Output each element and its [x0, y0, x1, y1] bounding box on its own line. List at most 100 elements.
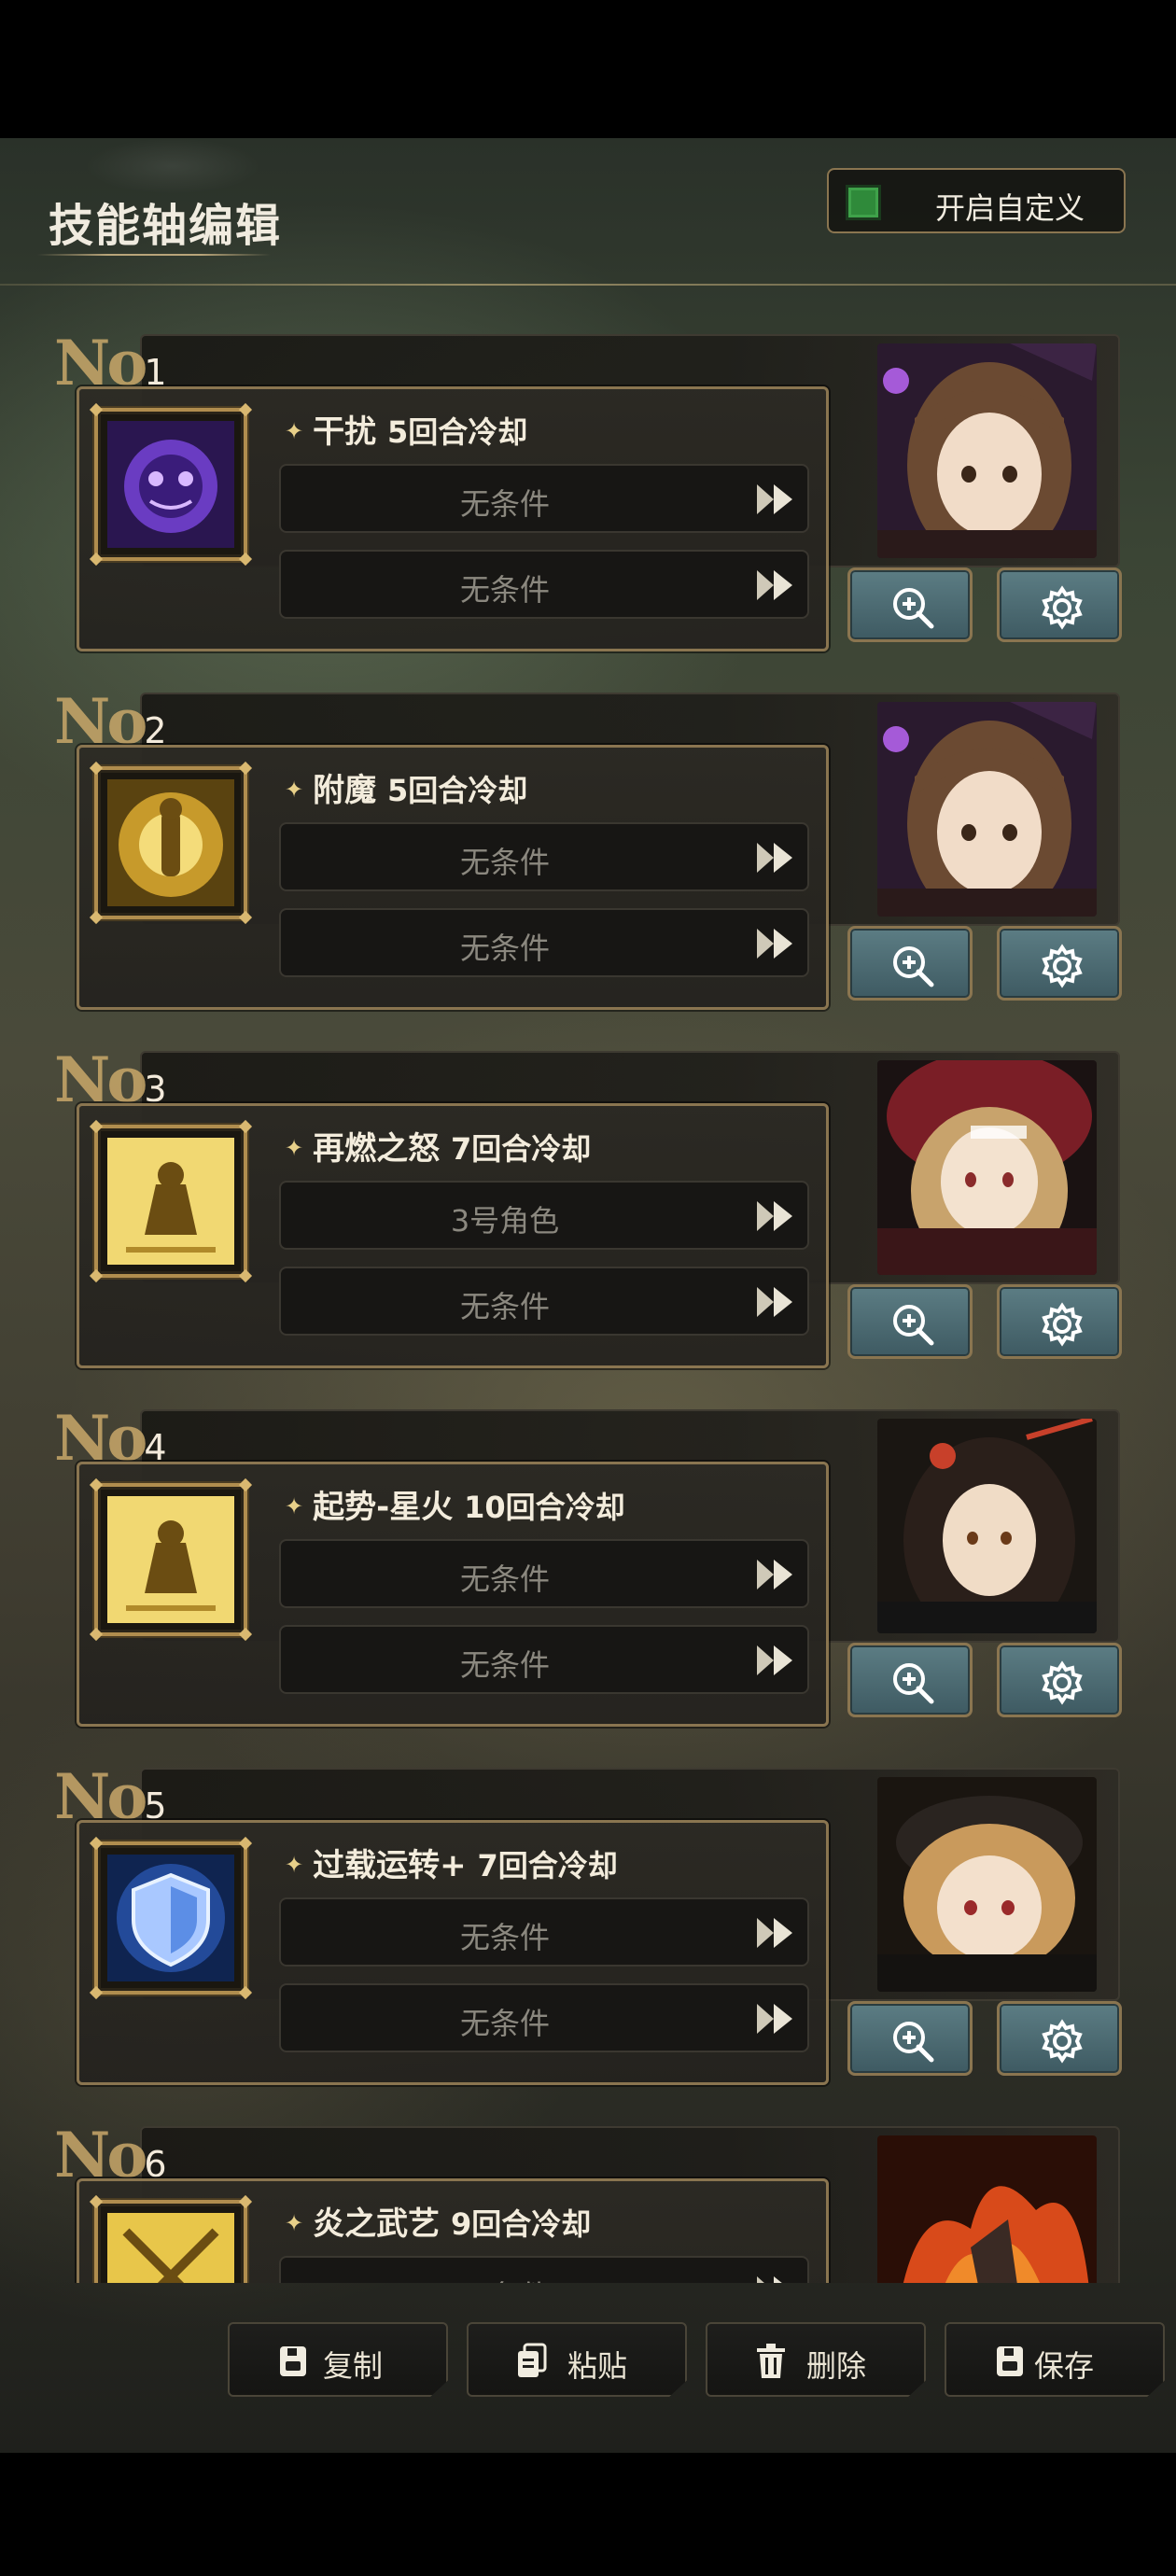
frame-corner: [89, 1627, 104, 1642]
zoom-button[interactable]: [847, 2001, 973, 2076]
enable-custom-toggle[interactable]: 开启自定义: [827, 168, 1126, 233]
frame-corner: [89, 761, 104, 776]
frame-corner: [89, 2194, 104, 2209]
copy-button[interactable]: 复制: [228, 2322, 448, 2397]
settings-button[interactable]: [997, 567, 1122, 642]
save-button[interactable]: 保存: [945, 2322, 1165, 2397]
sparkle-icon: ✦: [285, 1135, 304, 1161]
skill-panel: ✦ 干扰 5回合冷却 无条件 无条件: [77, 386, 829, 651]
condition-text: 无条件: [459, 845, 550, 880]
condition-text: 无条件: [459, 2006, 550, 2041]
condition-text: 无条件: [459, 1920, 550, 1955]
delete-button[interactable]: 删除: [706, 2322, 926, 2397]
custom-toggle-label: 开启自定义: [935, 190, 1085, 226]
frame-corner: [89, 552, 104, 567]
skill-icon-frame[interactable]: [89, 402, 253, 567]
delete-label: 删除: [806, 2348, 867, 2384]
skill-icon-frame[interactable]: [89, 1836, 253, 2000]
zoom-button[interactable]: [847, 567, 973, 642]
skill-icon-frame[interactable]: [89, 1477, 253, 1642]
skill-panel: ✦炎之武艺 9回合冷却 无条件 无条件: [77, 2178, 829, 2283]
settings-button[interactable]: [997, 1643, 1122, 1717]
condition-text: 无条件: [459, 486, 550, 522]
frame-corner: [238, 1119, 253, 1134]
double-chevron-right-icon: [757, 1287, 792, 1317]
double-chevron-right-icon: [757, 843, 792, 873]
sparkle-icon: ✦: [285, 1852, 304, 1878]
zoom-button[interactable]: [847, 1643, 973, 1717]
condition-selector-2[interactable]: 无条件: [279, 1625, 809, 1694]
skill-list[interactable]: No1 ✦ 干扰 5回合冷却 无条件 无条件 No2 ✦ 附魔 5回合冷却 无条…: [0, 334, 1176, 2283]
condition-selector-1[interactable]: 3号角色: [279, 1181, 809, 1250]
skill-cooldown: 7回合冷却: [450, 1131, 592, 1167]
zoom-in-icon: [893, 588, 934, 629]
condition-selector-2[interactable]: 无条件: [279, 1267, 809, 1336]
frame-corner: [238, 552, 253, 567]
condition-text: 无条件: [459, 572, 550, 608]
skill-cooldown: 7回合冷却: [477, 1848, 618, 1883]
header: 技能轴编辑 开启自定义: [0, 138, 1176, 287]
skill-title: ✦ 过载运转+ 7回合冷却: [285, 1840, 618, 1885]
skill-icon-frame[interactable]: [89, 761, 253, 925]
skill-panel: ✦ 起势-星火 10回合冷却 无条件 无条件: [77, 1462, 829, 1727]
condition-selector-1[interactable]: 无条件: [279, 1897, 809, 1967]
skill-name: 再燃之怒: [313, 1130, 441, 1168]
skill-name: 干扰: [313, 413, 377, 451]
skill-icon-frame[interactable]: [89, 1119, 253, 1283]
skill-cooldown: 5回合冷却: [386, 773, 528, 808]
save-label: 保存: [1034, 2348, 1095, 2384]
copy-label: 复制: [323, 2348, 384, 2384]
skill-cooldown: 5回合冷却: [386, 414, 528, 450]
settings-button[interactable]: [997, 2001, 1122, 2076]
frame-corner: [89, 1268, 104, 1283]
settings-button[interactable]: [997, 1284, 1122, 1359]
skill-name: 起势-星火: [313, 1489, 454, 1526]
custom-checkbox[interactable]: [846, 185, 881, 220]
title-underline: [37, 254, 271, 256]
double-chevron-right-icon: [757, 1645, 792, 1675]
frame-corner: [238, 2194, 253, 2209]
condition-selector-1[interactable]: 无条件: [279, 2256, 809, 2283]
zoom-button[interactable]: [847, 1284, 973, 1359]
paste-button[interactable]: 粘贴: [467, 2322, 687, 2397]
frame-corner: [238, 1836, 253, 1851]
skill-title: ✦ 附魔 5回合冷却: [285, 764, 527, 810]
condition-selector-1[interactable]: 无条件: [279, 822, 809, 891]
condition-selector-2[interactable]: 无条件: [279, 908, 809, 977]
condition-selector-2[interactable]: 无条件: [279, 1983, 809, 2052]
condition-selector-1[interactable]: 无条件: [279, 464, 809, 533]
gear-icon: [1042, 585, 1083, 630]
frame-corner: [89, 1836, 104, 1851]
trash-icon: [757, 2344, 785, 2378]
skill-card: No5 ✦ 过载运转+ 7回合冷却 无条件 无条件: [0, 1760, 1176, 2126]
copy-icon: [280, 2346, 306, 2376]
double-chevron-right-icon: [757, 2276, 782, 2283]
skill-title: ✦ 起势-星火 10回合冷却: [285, 1481, 625, 1527]
skill-icon: [107, 1138, 234, 1265]
condition-text: 无条件: [459, 931, 550, 966]
double-chevron-right-icon: [757, 570, 792, 600]
settings-button[interactable]: [997, 926, 1122, 1001]
skill-card: No6 ✦炎之武艺 9回合冷却 无条件 无条件: [0, 2119, 1176, 2283]
zoom-button[interactable]: [847, 926, 973, 1001]
skill-card: No3 ✦ 再燃之怒 7回合冷却 3号角色 无条件: [0, 1043, 1176, 1409]
frame-corner: [238, 402, 253, 417]
frame-corner: [238, 761, 253, 776]
sparkle-icon: ✦: [285, 1493, 304, 1519]
bottom-toolbar: 复制 粘贴 删除 保存: [0, 2285, 1176, 2434]
zoom-in-icon: [893, 946, 934, 987]
zoom-in-icon: [893, 1663, 934, 1704]
gear-icon: [1042, 944, 1083, 988]
skill-icon: [107, 421, 234, 548]
sparkle-icon: ✦: [285, 777, 304, 803]
condition-selector-1[interactable]: 无条件: [279, 1539, 809, 1608]
condition-selector-2[interactable]: 无条件: [279, 550, 809, 619]
skill-card: No4 ✦ 起势-星火 10回合冷却 无条件 无条件: [0, 1402, 1176, 1768]
skill-title: ✦ 炎之武艺 9回合冷却: [285, 2198, 591, 2244]
zoom-in-icon: [893, 2022, 934, 2063]
paste-label: 粘贴: [567, 2348, 628, 2384]
skill-icon-frame[interactable]: [89, 2194, 253, 2283]
frame-corner: [238, 1268, 253, 1283]
skill-card: No2 ✦ 附魔 5回合冷却 无条件 无条件: [0, 685, 1176, 1051]
skill-icon: [107, 779, 234, 906]
